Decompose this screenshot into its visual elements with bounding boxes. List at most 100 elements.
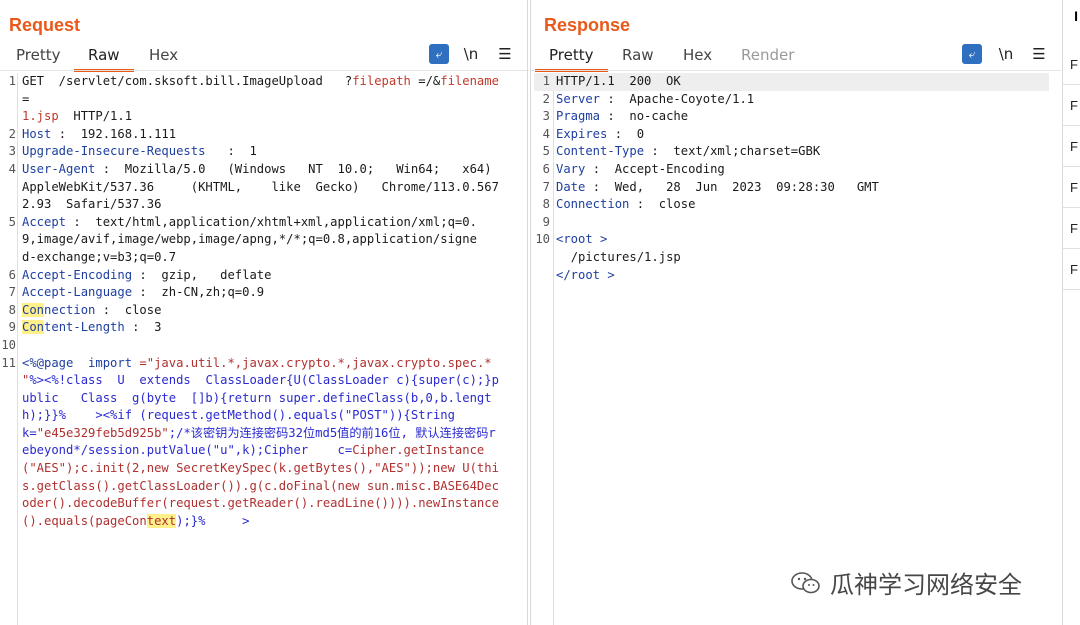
line-number: 3 bbox=[8, 144, 16, 159]
line-number: 5 bbox=[8, 214, 16, 229]
code-line: 3 Upgrade-Insecure-Requests : 1 bbox=[0, 143, 527, 161]
code-line: 9 Content-Length : 3 bbox=[0, 319, 527, 337]
response-tab-raw[interactable]: Raw bbox=[622, 46, 654, 64]
code-line: 6 Accept-Encoding : gzip, deflate bbox=[0, 267, 527, 285]
request-tab-hex[interactable]: Hex bbox=[149, 46, 178, 64]
line-number: 4 bbox=[8, 161, 16, 176]
line-number bbox=[534, 267, 556, 285]
code-line: 1 HTTP/1.1 200 OK bbox=[534, 73, 1049, 91]
watermark: 瓜神学习网络安全 bbox=[790, 565, 1022, 600]
code-line: 5 Content-Type : text/xml;charset=GBK bbox=[534, 143, 1061, 161]
line-number: 8 bbox=[8, 302, 16, 317]
code-text: </root > bbox=[556, 267, 615, 282]
line-number: 7 bbox=[542, 179, 550, 194]
inspector-item[interactable]: F bbox=[1062, 168, 1080, 208]
line-number: 6 bbox=[8, 267, 16, 282]
line-number: 1 bbox=[542, 74, 550, 88]
line-number: 4 bbox=[542, 126, 550, 141]
menu-icon[interactable]: ☰ bbox=[1029, 44, 1049, 64]
code-line: 11 <%@page import ="java.util.*,javax.cr… bbox=[0, 355, 527, 531]
line-number bbox=[534, 249, 556, 267]
line-number: 11 bbox=[1, 355, 16, 370]
code-text: Host : 192.168.1.111 bbox=[22, 126, 177, 141]
code-text: Upgrade-Insecure-Requests : 1 bbox=[22, 144, 257, 159]
code-text: Accept : text/html,application/xhtml+xml… bbox=[22, 214, 477, 264]
inspector-item[interactable]: F bbox=[1062, 127, 1080, 167]
inspector-header: I bbox=[1074, 8, 1078, 24]
request-editor[interactable]: 1 GET /servlet/com.sksoft.bill.ImageUplo… bbox=[0, 73, 527, 625]
newline-toggle[interactable]: \n bbox=[461, 44, 481, 64]
code-line: 10 <root > bbox=[534, 231, 1061, 249]
code-text: <root > bbox=[556, 232, 608, 247]
code-line: /pictures/1.jsp bbox=[534, 249, 1061, 267]
code-line: 1 GET /servlet/com.sksoft.bill.ImageUplo… bbox=[0, 73, 527, 126]
response-title: Response bbox=[544, 15, 631, 35]
code-line: 7 Accept-Language : zh-CN,zh;q=0.9 bbox=[0, 284, 527, 302]
request-tab-pretty[interactable]: Pretty bbox=[16, 46, 61, 64]
inspector-item[interactable]: F bbox=[1062, 209, 1080, 249]
line-number: 9 bbox=[8, 320, 16, 335]
inspector-item[interactable]: F bbox=[1062, 45, 1080, 85]
code-text: User-Agent : Mozilla/5.0 (Windows NT 10.… bbox=[22, 161, 507, 212]
code-line: 2 Host : 192.168.1.111 bbox=[0, 126, 527, 144]
code-line: 5 Accept : text/html,application/xhtml+x… bbox=[0, 214, 527, 267]
code-text: Connection : close bbox=[556, 197, 696, 212]
code-text: GET /servlet/com.sksoft.bill.ImageUpload… bbox=[22, 74, 507, 124]
line-number: 10 bbox=[535, 232, 550, 247]
code-line: 9 bbox=[534, 214, 1061, 232]
line-number: 7 bbox=[8, 285, 16, 300]
code-text: /pictures/1.jsp bbox=[556, 249, 681, 264]
word-wrap-icon[interactable]: ⤶ bbox=[962, 44, 982, 64]
code-text: Vary : Accept-Encoding bbox=[556, 161, 725, 176]
request-divider bbox=[0, 70, 527, 71]
line-number: 1 bbox=[8, 74, 16, 88]
code-line: </root > bbox=[534, 267, 1061, 285]
word-wrap-icon[interactable]: ⤶ bbox=[429, 44, 449, 64]
code-text: Date : Wed, 28 Jun 2023 09:28:30 GMT bbox=[556, 179, 879, 194]
code-text: Pragma : no-cache bbox=[556, 109, 689, 124]
line-number: 8 bbox=[542, 197, 550, 212]
wechat-icon bbox=[791, 571, 820, 593]
inspector-item[interactable]: F bbox=[1062, 86, 1080, 126]
request-pane: Request Pretty Raw Hex ⤶ \n ☰ 1 GET /ser… bbox=[0, 0, 528, 625]
response-tab-pretty[interactable]: Pretty bbox=[535, 46, 607, 72]
request-tab-raw[interactable]: Raw bbox=[74, 46, 133, 72]
code-line: 2 Server : Apache-Coyote/1.1 bbox=[534, 91, 1061, 109]
newline-toggle[interactable]: \n bbox=[996, 44, 1016, 64]
code-line: 4 User-Agent : Mozilla/5.0 (Windows NT 1… bbox=[0, 161, 527, 214]
response-divider bbox=[531, 70, 1061, 71]
code-line: 10 bbox=[0, 337, 527, 355]
code-text: Accept-Language : zh-CN,zh;q=0.9 bbox=[22, 285, 265, 300]
line-number: 9 bbox=[542, 214, 550, 229]
line-number: 10 bbox=[1, 337, 16, 352]
code-text: Server : Apache-Coyote/1.1 bbox=[556, 91, 755, 106]
response-pane: Response Pretty Raw Hex Render ⤶ \n ☰ 1 … bbox=[530, 0, 1061, 625]
response-tab-hex[interactable]: Hex bbox=[683, 46, 712, 64]
code-text: Accept-Encoding : gzip, deflate bbox=[22, 267, 272, 282]
code-text: <%@page import ="java.util.*,javax.crypt… bbox=[22, 355, 521, 528]
inspector-item[interactable]: F bbox=[1062, 250, 1080, 290]
line-number: 3 bbox=[542, 109, 550, 124]
response-editor[interactable]: 1 HTTP/1.1 200 OK 2 Server : Apache-Coyo… bbox=[534, 73, 1061, 625]
code-text: Connection : close bbox=[22, 302, 162, 317]
line-number: 2 bbox=[542, 91, 550, 106]
code-line: 6 Vary : Accept-Encoding bbox=[534, 161, 1061, 179]
code-line: 7 Date : Wed, 28 Jun 2023 09:28:30 GMT bbox=[534, 179, 1061, 197]
code-text: Content-Length : 3 bbox=[22, 320, 162, 335]
code-line: 3 Pragma : no-cache bbox=[534, 108, 1061, 126]
line-number: 5 bbox=[542, 144, 550, 159]
code-line: 8 Connection : close bbox=[534, 196, 1061, 214]
code-text: Expires : 0 bbox=[556, 126, 645, 141]
watermark-text: 瓜神学习网络安全 bbox=[830, 571, 1022, 599]
line-number: 2 bbox=[8, 126, 16, 141]
request-title: Request bbox=[9, 15, 81, 35]
line-number: 6 bbox=[542, 161, 550, 176]
code-line: 8 Connection : close bbox=[0, 302, 527, 320]
code-text: Content-Type : text/xml;charset=GBK bbox=[556, 144, 821, 159]
code-text: HTTP/1.1 200 OK bbox=[556, 74, 681, 88]
code-line: 4 Expires : 0 bbox=[534, 126, 1061, 144]
menu-icon[interactable]: ☰ bbox=[495, 44, 515, 64]
response-tab-render[interactable]: Render bbox=[741, 46, 794, 64]
